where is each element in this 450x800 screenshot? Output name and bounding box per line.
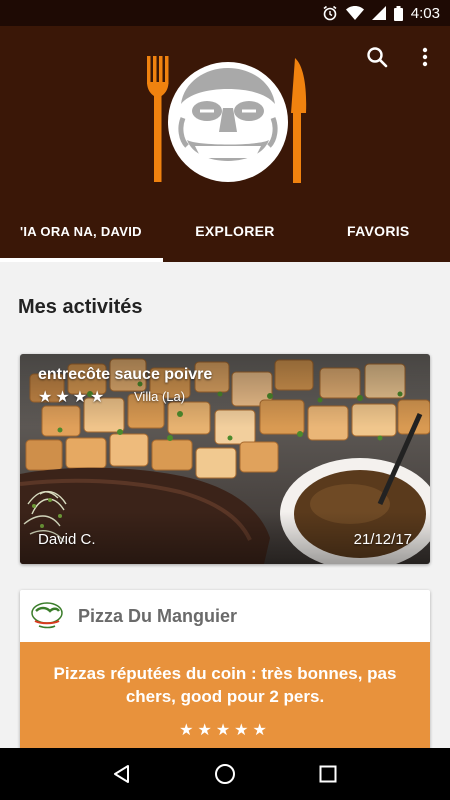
section-title: Mes activités (18, 296, 143, 318)
alarm-icon (322, 5, 338, 21)
tab-favoris[interactable]: FAVORIS (307, 200, 450, 262)
app-logo (147, 56, 307, 183)
tab-home[interactable]: 'IA ORA NA, DAVID (0, 200, 164, 262)
app-header: 'IA ORA NA, DAVID EXPLORER FAVORIS (0, 26, 450, 262)
home-icon[interactable] (205, 754, 245, 794)
more-vert-icon[interactable] (412, 44, 438, 70)
status-bar: 4:03 (0, 0, 450, 26)
author-name: David C. (38, 531, 96, 548)
activity-photo-card[interactable]: entrecôte sauce poivre ★★★★ Villa (La) D… (20, 354, 430, 564)
status-time: 4:03 (410, 4, 440, 22)
review-text: Pizzas réputées du coin : très bonnes, p… (53, 664, 397, 706)
system-nav-bar (0, 748, 450, 800)
recents-icon[interactable] (308, 754, 348, 794)
search-icon[interactable] (364, 44, 390, 70)
review-card[interactable]: Pizza Du Manguier Pizzas réputées du coi… (20, 590, 430, 748)
signal-icon (371, 6, 386, 20)
rating-stars: ★★★★ (38, 389, 108, 406)
review-header: Pizza Du Manguier (20, 590, 430, 642)
knife-icon (291, 58, 307, 183)
tab-bar: 'IA ORA NA, DAVID EXPLORER FAVORIS (0, 200, 450, 262)
tiki-face-icon (178, 68, 278, 161)
restaurant-name: Villa (La) (134, 389, 186, 404)
review-restaurant-name: Pizza Du Manguier (78, 605, 238, 626)
wifi-icon (345, 6, 364, 20)
dish-title: entrecôte sauce poivre (38, 366, 213, 383)
review-body: Pizzas réputées du coin : très bonnes, p… (20, 642, 430, 748)
main-content[interactable]: Mes activités entrecôte sauce poivre ★★★… (0, 262, 450, 748)
battery-icon (393, 5, 403, 21)
back-icon[interactable] (102, 754, 142, 794)
post-date: 21/12/17 (353, 531, 412, 548)
fork-icon (147, 56, 169, 182)
tab-explorer[interactable]: EXPLORER (163, 200, 306, 262)
review-rating-stars: ★★★★★ (179, 722, 271, 739)
restaurant-logo-icon (31, 602, 63, 629)
